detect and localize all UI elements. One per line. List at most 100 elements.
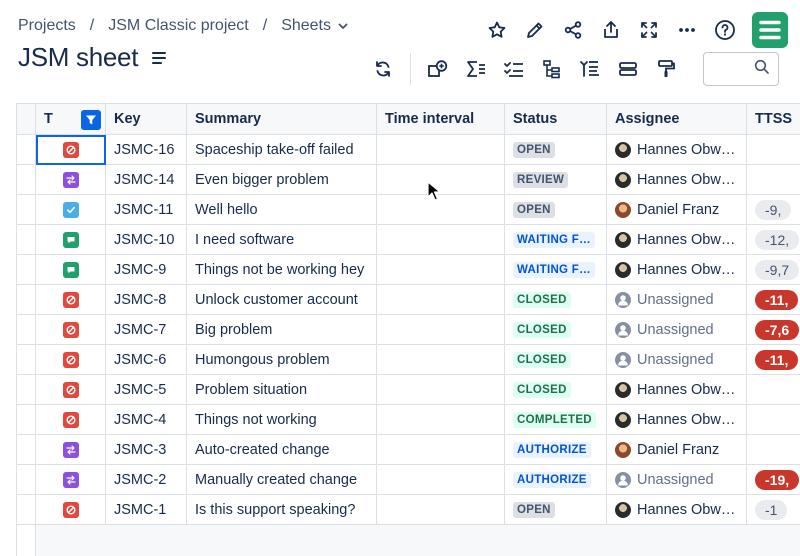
assignee-cell[interactable]: Hannes Obw… xyxy=(606,494,747,525)
row-gutter[interactable] xyxy=(16,464,36,495)
star-icon[interactable] xyxy=(478,14,516,46)
add-view-icon[interactable] xyxy=(419,52,457,86)
summary-cell[interactable]: Auto-created change xyxy=(186,434,377,465)
assignee-cell[interactable]: Unassigned xyxy=(606,284,747,315)
filter-icon[interactable] xyxy=(81,110,101,130)
table-row[interactable]: JSMC-8 Unlock customer account CLOSED Unass… xyxy=(16,284,800,315)
table-row[interactable]: JSMC-5 Problem situation CLOSED Hannes Obw… xyxy=(16,374,800,405)
type-cell[interactable] xyxy=(35,494,106,525)
key-cell[interactable]: JSMC-4 xyxy=(105,404,187,435)
table-row[interactable]: JSMC-9 Things not be working hey WAITING F… xyxy=(16,254,800,285)
menu-lines-icon[interactable] xyxy=(152,51,168,65)
export-icon[interactable] xyxy=(592,14,630,46)
key-cell[interactable]: JSMC-6 xyxy=(105,344,187,375)
type-cell[interactable] xyxy=(35,404,106,435)
table-row[interactable]: JSMC-16 Spaceship take-off failed OPEN Hann… xyxy=(16,134,800,165)
key-cell[interactable]: JSMC-14 xyxy=(105,164,187,195)
breadcrumb-project[interactable]: JSM Classic project xyxy=(108,17,248,35)
table-row[interactable]: JSMC-2 Manually created change AUTHORIZE Un… xyxy=(16,464,800,495)
ttss-cell[interactable]: -1 xyxy=(746,494,800,525)
status-cell[interactable]: COMPLETED xyxy=(504,404,607,435)
column-header-ttss[interactable]: TTSS xyxy=(746,103,800,135)
column-header-time-interval[interactable]: Time interval xyxy=(376,103,505,135)
edit-icon[interactable] xyxy=(516,14,554,46)
status-cell[interactable]: WAITING F… xyxy=(504,254,607,285)
checklist-icon[interactable] xyxy=(495,52,533,86)
key-cell[interactable]: JSMC-5 xyxy=(105,374,187,405)
summary-cell[interactable]: Even bigger problem xyxy=(186,164,377,195)
key-cell[interactable]: JSMC-8 xyxy=(105,284,187,315)
time-interval-cell[interactable] xyxy=(376,344,505,375)
row-gutter[interactable] xyxy=(16,494,36,525)
assignee-cell[interactable]: Hannes Obw… xyxy=(606,374,747,405)
hierarchy-icon[interactable] xyxy=(533,52,571,86)
type-cell[interactable] xyxy=(35,164,106,195)
status-cell[interactable]: AUTHORIZE xyxy=(504,464,607,495)
ttss-cell[interactable] xyxy=(746,404,800,435)
status-cell[interactable]: CLOSED xyxy=(504,284,607,315)
assignee-cell[interactable]: Unassigned xyxy=(606,314,747,345)
column-header-type[interactable]: T xyxy=(35,103,106,135)
row-gutter[interactable] xyxy=(16,194,36,225)
status-cell[interactable]: WAITING F… xyxy=(504,224,607,255)
more-icon[interactable] xyxy=(668,14,706,46)
type-cell[interactable] xyxy=(35,374,106,405)
type-cell[interactable] xyxy=(35,284,106,315)
summary-cell[interactable]: Well hello xyxy=(186,194,377,225)
summary-cell[interactable]: Things not be working hey xyxy=(186,254,377,285)
ttss-cell[interactable] xyxy=(746,164,800,195)
row-gutter[interactable] xyxy=(16,314,36,345)
key-cell[interactable]: JSMC-7 xyxy=(105,314,187,345)
summary-cell[interactable]: Unlock customer account xyxy=(186,284,377,315)
table-row[interactable]: JSMC-1 Is this support speaking? OPEN Hanne… xyxy=(16,494,800,525)
sum-icon[interactable] xyxy=(457,52,495,86)
status-cell[interactable]: OPEN xyxy=(504,134,607,165)
time-interval-cell[interactable] xyxy=(376,224,505,255)
row-gutter[interactable] xyxy=(16,254,36,285)
key-cell[interactable]: JSMC-16 xyxy=(105,134,187,165)
breadcrumb-projects[interactable]: Projects xyxy=(18,17,76,35)
time-interval-cell[interactable] xyxy=(376,314,505,345)
row-gutter[interactable] xyxy=(16,284,36,315)
assignee-cell[interactable]: Daniel Franz xyxy=(606,434,747,465)
row-height-icon[interactable] xyxy=(609,52,647,86)
row-gutter[interactable] xyxy=(16,344,36,375)
filter-list-icon[interactable] xyxy=(571,52,609,86)
table-row[interactable]: JSMC-14 Even bigger problem REVIEW Hannes O… xyxy=(16,164,800,195)
refresh-icon[interactable] xyxy=(364,52,402,86)
time-interval-cell[interactable] xyxy=(376,284,505,315)
assignee-cell[interactable]: Unassigned xyxy=(606,464,747,495)
ttss-cell[interactable]: -19, xyxy=(746,464,800,495)
status-cell[interactable]: AUTHORIZE xyxy=(504,434,607,465)
key-cell[interactable]: JSMC-11 xyxy=(105,194,187,225)
row-gutter[interactable] xyxy=(16,134,36,165)
ttss-cell[interactable]: -7,6 xyxy=(746,314,800,345)
column-header-status[interactable]: Status xyxy=(504,103,607,135)
ttss-cell[interactable]: -11, xyxy=(746,344,800,375)
table-row[interactable]: JSMC-7 Big problem CLOSED Unassigned -7,6 xyxy=(16,314,800,345)
ttss-cell[interactable] xyxy=(746,434,800,465)
status-cell[interactable]: CLOSED xyxy=(504,374,607,405)
app-logo-icon[interactable] xyxy=(752,12,788,48)
summary-cell[interactable]: Things not working xyxy=(186,404,377,435)
key-cell[interactable]: JSMC-3 xyxy=(105,434,187,465)
type-cell[interactable] xyxy=(35,314,106,345)
assignee-cell[interactable]: Hannes Obw… xyxy=(606,254,747,285)
summary-cell[interactable]: Problem situation xyxy=(186,374,377,405)
status-cell[interactable]: CLOSED xyxy=(504,314,607,345)
summary-cell[interactable]: Humongous problem xyxy=(186,344,377,375)
summary-cell[interactable]: Big problem xyxy=(186,314,377,345)
ttss-cell[interactable] xyxy=(746,374,800,405)
time-interval-cell[interactable] xyxy=(376,374,505,405)
row-gutter[interactable] xyxy=(16,374,36,405)
assignee-cell[interactable]: Hannes Obw… xyxy=(606,224,747,255)
type-cell[interactable] xyxy=(35,224,106,255)
type-cell[interactable] xyxy=(35,134,106,165)
column-header-assignee[interactable]: Assignee xyxy=(606,103,747,135)
breadcrumb-sheets[interactable]: Sheets xyxy=(281,17,331,35)
fullscreen-icon[interactable] xyxy=(630,14,668,46)
ttss-cell[interactable]: -9, xyxy=(746,194,800,225)
search-input[interactable] xyxy=(703,52,779,86)
table-row[interactable]: JSMC-11 Well hello OPEN Daniel Franz -9, xyxy=(16,194,800,225)
table-row[interactable]: JSMC-4 Things not working COMPLETED Hannes … xyxy=(16,404,800,435)
